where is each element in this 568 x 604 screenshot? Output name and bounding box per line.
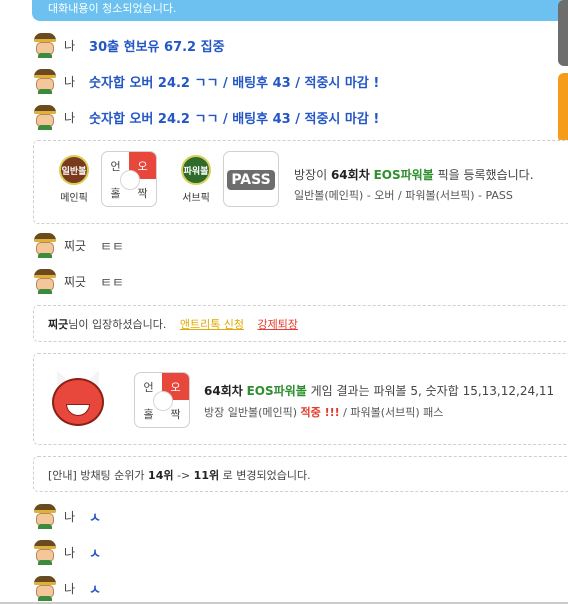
sub-pick-pass: PASS — [223, 151, 279, 207]
chat-message: 나 ㅅ — [32, 573, 101, 603]
power-ball-icon: 파워볼 — [181, 155, 211, 185]
chat-message: 나 ㅅ — [32, 537, 101, 567]
pick-card: 일반볼 메인픽 언 오 홀 짝 파워볼 서브픽 PASS 방장이 64회차 EO… — [33, 140, 568, 224]
clear-notice-text: 대화내용이 청소되었습니다. — [48, 2, 177, 15]
rank-arrow: -> — [176, 469, 191, 482]
user-avatar-icon[interactable] — [32, 503, 58, 529]
result-line1: 64회차 EOS파워볼 게임 결과는 파워볼 5, 숫자합 15,13,12,2… — [204, 382, 554, 399]
rank-to: 11위 — [193, 469, 220, 482]
chat-text: 30출 현보유 67.2 집중 — [89, 39, 225, 55]
chat-message: 찌긋 ㅌㅌ — [32, 266, 124, 296]
chat-nick[interactable]: 찌긋 — [64, 273, 86, 290]
result-line2: 방장 일반볼(메인픽) 적중 !!! / 파워볼(서브픽) 패스 — [204, 404, 443, 420]
user-avatar-icon[interactable] — [32, 104, 58, 130]
rank-suffix: 로 변경되었습니다. — [222, 469, 311, 482]
side-tab-gray[interactable] — [558, 0, 568, 66]
chat-nick[interactable]: 나 — [64, 37, 75, 54]
user-avatar-icon[interactable] — [32, 232, 58, 258]
devil-icon — [48, 368, 108, 428]
entry-text: 님이 입장하셨습니다. — [68, 318, 167, 331]
result-prefix: 방장 일반볼(메인픽) — [204, 406, 298, 419]
user-avatar-icon[interactable] — [32, 539, 58, 565]
main-pick-label: 메인픽 — [60, 193, 88, 204]
rank-prefix: [안내] 방채팅 순위가 — [48, 469, 145, 482]
side-tab-orange[interactable] — [558, 73, 568, 143]
chat-text: 숫자합 오버 24.2 ㄱㄱ / 배팅후 43 / 적중시 마감 ! — [89, 75, 380, 91]
chat-text: 숫자합 오버 24.2 ㄱㄱ / 배팅후 43 / 적중시 마감 ! — [89, 111, 380, 127]
chat-message: 나 30출 현보유 67.2 집중 — [32, 30, 225, 60]
chat-message: 나 숫자합 오버 24.2 ㄱㄱ / 배팅후 43 / 적중시 마감 ! — [32, 102, 379, 132]
grid-center-dot — [153, 391, 173, 411]
entry-notice: 찌긋님이 입장하셨습니다. 앤트리톡 신청 강제퇴장 — [33, 305, 568, 342]
clear-notice: 대화내용이 청소되었습니다. — [32, 0, 568, 21]
pass-badge: PASS — [227, 170, 275, 190]
chat-nick[interactable]: 나 — [64, 109, 75, 126]
chat-text: ㅌㅌ — [100, 275, 125, 291]
chat-nick[interactable]: 나 — [64, 508, 75, 525]
rank-notice: [안내] 방채팅 순위가 14위 -> 11위 로 변경되었습니다. — [33, 456, 568, 492]
entry-talk-link[interactable]: 앤트리톡 신청 — [180, 318, 244, 331]
result-card: 언 오 홀 짝 64회차 EOS파워볼 게임 결과는 파워볼 5, 숫자합 15… — [33, 353, 568, 445]
sub-pick: 파워볼 서브픽 — [178, 155, 214, 204]
result-hit: 적중 !!! — [300, 406, 340, 419]
user-avatar-icon[interactable] — [32, 268, 58, 294]
normal-ball-icon: 일반볼 — [59, 155, 89, 185]
grid-center-dot — [120, 170, 140, 190]
pick-suffix: 픽을 등록했습니다. — [437, 168, 534, 182]
pick-info-line2: 일반볼(메인픽) - 오버 / 파워볼(서브픽) - PASS — [294, 189, 513, 202]
chat-message: 찌긋 ㅌㅌ — [32, 230, 124, 260]
result-suffix: / 파워볼(서브픽) 패스 — [343, 406, 444, 419]
chat-text: ㅌㅌ — [100, 239, 125, 255]
pick-info-line1: 방장이 64회차 EOS파워볼 픽을 등록했습니다. — [294, 166, 534, 183]
chat-text: ㅅ — [89, 582, 102, 598]
user-avatar-icon[interactable] — [32, 575, 58, 601]
chat-message: 나 숫자합 오버 24.2 ㄱㄱ / 배팅후 43 / 적중시 마감 ! — [32, 66, 379, 96]
rank-from: 14위 — [148, 469, 174, 482]
result-grid: 언 오 홀 짝 — [134, 372, 190, 428]
chat-nick[interactable]: 나 — [64, 580, 75, 597]
chat-text: ㅅ — [89, 546, 102, 562]
result-text: 게임 결과는 파워볼 5, 숫자합 15,13,12,24,11 — [310, 384, 555, 398]
main-pick-grid: 언 오 홀 짝 — [101, 151, 157, 207]
result-game: EOS파워볼 — [246, 384, 307, 398]
user-avatar-icon[interactable] — [32, 68, 58, 94]
sub-pick-label: 서브픽 — [182, 193, 210, 204]
pick-round: 64회차 — [330, 168, 370, 182]
chat-text: ㅅ — [89, 510, 102, 526]
entry-nick[interactable]: 찌긋 — [48, 318, 68, 331]
chat-nick[interactable]: 찌긋 — [64, 237, 86, 254]
result-round: 64회차 — [204, 384, 243, 398]
chat-nick[interactable]: 나 — [64, 73, 75, 90]
chat-nick[interactable]: 나 — [64, 544, 75, 561]
pick-prefix: 방장이 — [294, 168, 328, 182]
main-pick: 일반볼 메인픽 — [56, 155, 92, 204]
chat-message: 나 ㅅ — [32, 501, 101, 531]
user-avatar-icon[interactable] — [32, 32, 58, 58]
kick-link[interactable]: 강제퇴장 — [258, 318, 298, 331]
pick-game: EOS파워볼 — [373, 168, 434, 182]
